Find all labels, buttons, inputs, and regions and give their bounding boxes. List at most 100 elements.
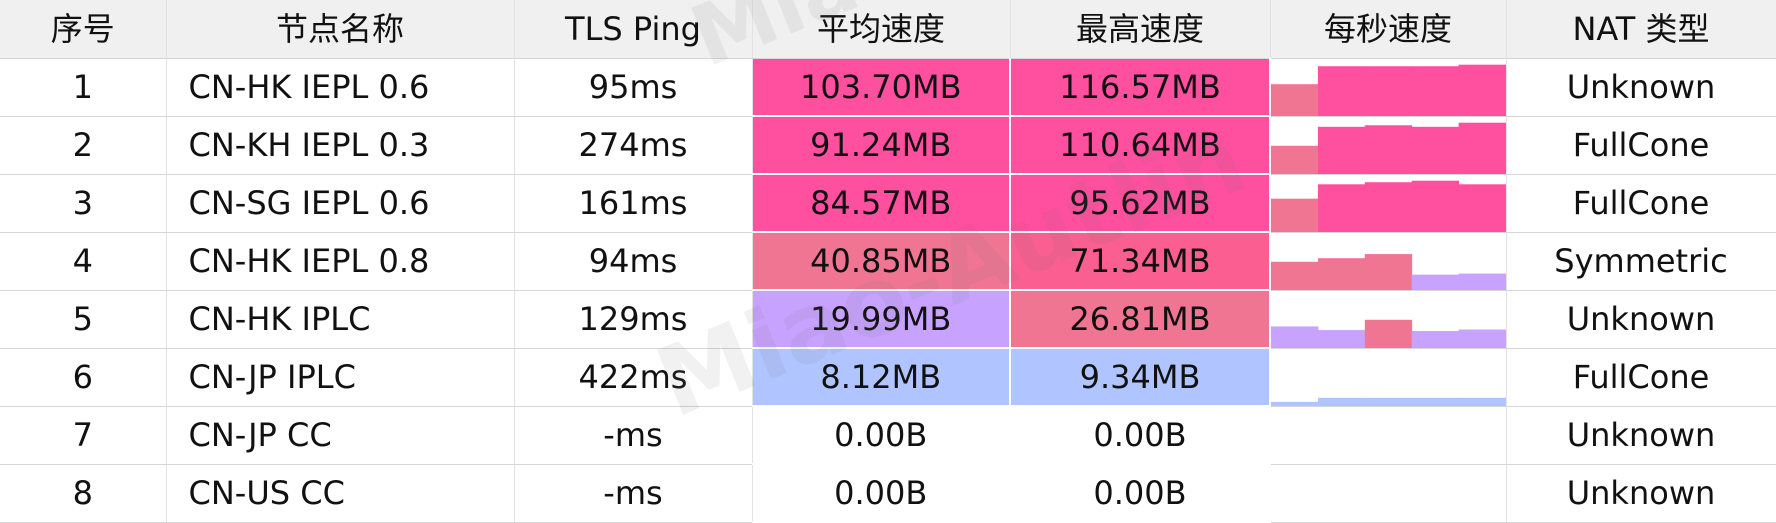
row-index: 4 xyxy=(0,232,167,291)
sparkline-svg xyxy=(1271,122,1505,173)
node-name: CN-HK IPLC xyxy=(166,290,515,349)
sparkline-svg xyxy=(1271,407,1506,464)
tls-ping: -ms xyxy=(514,464,753,523)
sparkline-svg xyxy=(1271,64,1505,115)
node-name: CN-US CC xyxy=(166,464,515,523)
table-row: 6 CN-JP IPLC 422ms 8.12MB 9.34MB FullCon… xyxy=(0,348,1776,407)
row-index: 3 xyxy=(0,174,167,233)
nat-type: Symmetric xyxy=(1506,232,1776,291)
sparkline-bar xyxy=(1364,319,1413,347)
sparkline-bar xyxy=(1271,198,1319,231)
per-second-sparkline xyxy=(1270,232,1507,291)
header-index: 序号 xyxy=(0,0,167,59)
sparkline-bar xyxy=(1271,83,1319,115)
header-per-second-speed: 每秒速度 xyxy=(1270,0,1507,59)
tls-ping: 422ms xyxy=(514,348,753,407)
row-index: 7 xyxy=(0,406,167,465)
sparkline-bar xyxy=(1317,183,1366,231)
sparkline-bar xyxy=(1317,329,1366,347)
tls-ping: 94ms xyxy=(514,232,753,291)
avg-speed: 0.00B xyxy=(752,406,1011,465)
node-name: CN-JP IPLC xyxy=(166,348,515,407)
sparkline-bar xyxy=(1271,145,1319,173)
sparkline-bar xyxy=(1271,261,1319,289)
table-row: 7 CN-JP CC -ms 0.00B 0.00B Unknown xyxy=(0,406,1776,465)
sparkline-bar xyxy=(1364,181,1413,231)
sparkline-bar xyxy=(1411,65,1460,115)
avg-speed: 40.85MB xyxy=(752,232,1011,291)
nat-type: Unknown xyxy=(1506,290,1776,349)
sparkline-bar xyxy=(1411,397,1460,405)
sparkline-bar xyxy=(1458,273,1505,289)
max-speed: 116.57MB xyxy=(1010,58,1271,117)
table-row: 3 CN-SG IEPL 0.6 161ms 84.57MB 95.62MB F… xyxy=(0,174,1776,233)
node-name: CN-KH IEPL 0.3 xyxy=(166,116,515,175)
per-second-sparkline xyxy=(1270,348,1507,407)
avg-speed: 103.70MB xyxy=(752,58,1011,117)
sparkline-svg xyxy=(1271,319,1505,347)
sparkline-svg xyxy=(1271,397,1505,405)
sparkline-bar xyxy=(1317,126,1366,173)
node-name: CN-HK IEPL 0.8 xyxy=(166,232,515,291)
header-node-name: 节点名称 xyxy=(166,0,515,59)
max-speed: 9.34MB xyxy=(1010,348,1271,407)
per-second-sparkline xyxy=(1270,174,1507,233)
sparkline-bar xyxy=(1411,180,1460,231)
row-index: 5 xyxy=(0,290,167,349)
row-index: 2 xyxy=(0,116,167,175)
sparkline-svg xyxy=(1271,253,1505,289)
avg-speed: 19.99MB xyxy=(752,290,1011,349)
sparkline-svg xyxy=(1271,180,1505,231)
sparkline-bar xyxy=(1458,122,1505,173)
sparkline-bar xyxy=(1411,330,1460,347)
tls-ping: 161ms xyxy=(514,174,753,233)
tls-ping: 274ms xyxy=(514,116,753,175)
avg-speed: 84.57MB xyxy=(752,174,1011,233)
avg-speed: 91.24MB xyxy=(752,116,1011,175)
max-speed: 0.00B xyxy=(1010,406,1271,465)
max-speed: 71.34MB xyxy=(1010,232,1271,291)
sparkline-bar xyxy=(1458,397,1505,405)
avg-speed: 0.00B xyxy=(752,464,1011,523)
row-index: 6 xyxy=(0,348,167,407)
max-speed: 0.00B xyxy=(1010,464,1271,523)
nat-type: FullCone xyxy=(1506,174,1776,233)
per-second-sparkline xyxy=(1270,58,1507,117)
tls-ping: 95ms xyxy=(514,58,753,117)
per-second-sparkline xyxy=(1270,116,1507,175)
nat-type: Unknown xyxy=(1506,58,1776,117)
sparkline-bar xyxy=(1271,325,1319,347)
node-name: CN-SG IEPL 0.6 xyxy=(166,174,515,233)
max-speed: 110.64MB xyxy=(1010,116,1271,175)
table-row: 1 CN-HK IEPL 0.6 95ms 103.70MB 116.57MB … xyxy=(0,58,1776,117)
nat-type: Unknown xyxy=(1506,464,1776,523)
sparkline-bar xyxy=(1458,64,1505,115)
header-row: 序号 节点名称 TLS Ping 平均速度 最高速度 每秒速度 NAT 类型 xyxy=(0,0,1776,59)
nat-type: Unknown xyxy=(1506,406,1776,465)
sparkline-bar xyxy=(1364,65,1413,115)
tls-ping: 129ms xyxy=(514,290,753,349)
per-second-sparkline xyxy=(1270,290,1507,349)
table-row: 2 CN-KH IEPL 0.3 274ms 91.24MB 110.64MB … xyxy=(0,116,1776,175)
sparkline-bar xyxy=(1411,274,1460,289)
header-avg-speed: 平均速度 xyxy=(752,0,1011,59)
row-index: 1 xyxy=(0,58,167,117)
per-second-sparkline xyxy=(1270,406,1507,465)
header-tls-ping: TLS Ping xyxy=(514,0,753,59)
nat-type: FullCone xyxy=(1506,116,1776,175)
table-row: 5 CN-HK IPLC 129ms 19.99MB 26.81MB Unkno… xyxy=(0,290,1776,349)
node-name: CN-HK IEPL 0.6 xyxy=(166,58,515,117)
tls-ping: -ms xyxy=(514,406,753,465)
sparkline-bar xyxy=(1458,183,1505,231)
speed-test-table: 序号 节点名称 TLS Ping 平均速度 最高速度 每秒速度 NAT 类型 1… xyxy=(0,0,1776,523)
sparkline-bar xyxy=(1317,257,1366,289)
table-row: 4 CN-HK IEPL 0.8 94ms 40.85MB 71.34MB Sy… xyxy=(0,232,1776,291)
nat-type: FullCone xyxy=(1506,348,1776,407)
max-speed: 26.81MB xyxy=(1010,290,1271,349)
header-max-speed: 最高速度 xyxy=(1010,0,1271,59)
table-row: 8 CN-US CC -ms 0.00B 0.00B Unknown xyxy=(0,464,1776,523)
sparkline-bar xyxy=(1317,397,1366,405)
sparkline-bar xyxy=(1364,397,1413,405)
sparkline-bar xyxy=(1364,124,1413,173)
header-nat-type: NAT 类型 xyxy=(1506,0,1776,59)
